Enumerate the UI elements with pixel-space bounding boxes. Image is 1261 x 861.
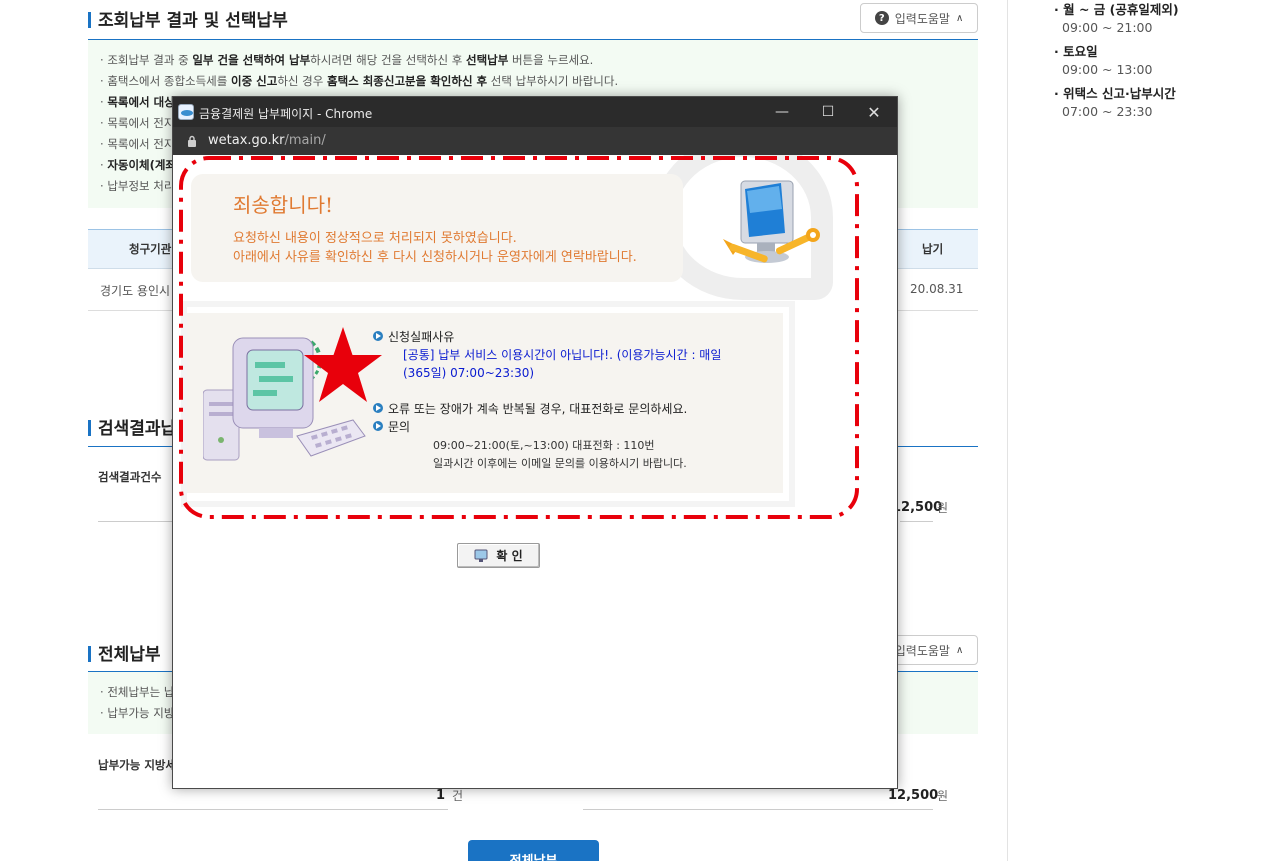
search-count-label: 검색결과건수 bbox=[98, 470, 162, 484]
col-due: 납기 bbox=[922, 242, 944, 256]
count-underline bbox=[98, 809, 448, 810]
payable-amount: 12,500 bbox=[888, 788, 939, 803]
desktop-computer-icon bbox=[203, 337, 366, 461]
chevron-up-icon: ∧ bbox=[955, 12, 964, 24]
browser-app-icon bbox=[178, 104, 194, 120]
full-pay-button[interactable]: 전체납부 bbox=[468, 840, 599, 861]
window-titlebar[interactable]: 금융결제원 납부페이지 - Chrome — ☐ ✕ bbox=[173, 97, 897, 127]
sorry-message: 요청하신 내용이 정상적으로 처리되지 못하였습니다. 아래에서 사유를 확인하… bbox=[233, 231, 637, 265]
count-underline bbox=[98, 521, 178, 522]
info-line: 조회납부 결과 중 일부 건을 선택하여 납부하시려면 해당 건을 선택하신 후… bbox=[100, 50, 966, 71]
address-bar[interactable]: wetax.go.kr/main/ bbox=[173, 127, 897, 155]
section-title-result: 조회납부 결과 및 선택납부 bbox=[88, 6, 288, 31]
chevron-up-icon: ∧ bbox=[955, 644, 964, 656]
input-help-label: 입력도움말 bbox=[894, 11, 950, 26]
sidebar-divider bbox=[1007, 0, 1008, 861]
computer-repair-icon bbox=[723, 180, 820, 263]
monitor-icon bbox=[474, 549, 488, 562]
hours-weekday-time: 09:00 ~ 21:00 bbox=[1062, 20, 1153, 35]
payable-count: 1 bbox=[436, 788, 446, 803]
confirm-button[interactable]: 확 인 bbox=[457, 543, 540, 568]
payment-popup-window: 금융결제원 납부페이지 - Chrome — ☐ ✕ wetax.go.kr/m… bbox=[172, 96, 898, 789]
hours-wetax-label: 위택스 신고·납부시간 bbox=[1054, 83, 1176, 102]
hours-weekday-label: 월 ~ 금 (공휴일제외) bbox=[1054, 0, 1178, 18]
section-title-full-pay: 전체납부 bbox=[88, 640, 161, 665]
url-text[interactable]: wetax.go.kr/main/ bbox=[208, 133, 326, 148]
reason-line-2: (365일) 07:00~23:30) bbox=[403, 366, 535, 380]
arrow-bullet-icon bbox=[373, 421, 383, 431]
reason-heading: 신청실패사유 bbox=[388, 330, 455, 344]
maximize-icon[interactable]: ☐ bbox=[805, 97, 851, 127]
search-amount: 12,500 bbox=[892, 500, 943, 515]
inquiry-line-2: 일과시간 이후에는 이메일 문의를 이용하시기 바랍니다. bbox=[433, 457, 687, 470]
payable-count-unit: 건 bbox=[452, 789, 464, 803]
repeat-notice: 오류 또는 장애가 계속 반복될 경우, 대표전화로 문의하세요. bbox=[388, 402, 688, 416]
lock-icon bbox=[188, 135, 196, 147]
amount-underline bbox=[900, 521, 933, 522]
arrow-bullet-icon bbox=[373, 331, 383, 341]
popup-content: 죄송합니다! 요청하신 내용이 정상적으로 처리되지 못하였습니다. 아래에서 … bbox=[173, 155, 897, 788]
inquiry-line-1: 09:00~21:00(토,~13:00) 대표전화 : 110번 bbox=[433, 439, 655, 452]
confirm-button-label: 확 인 bbox=[496, 549, 523, 563]
payable-count-label: 납부가능 지방세 bbox=[98, 758, 177, 772]
window-title: 금융결제원 납부페이지 - Chrome bbox=[199, 107, 373, 121]
inquiry-heading: 문의 bbox=[388, 420, 411, 434]
question-icon: ? bbox=[874, 11, 889, 25]
hours-saturday-label: 토요일 bbox=[1054, 41, 1098, 60]
search-amount-unit: 원 bbox=[937, 501, 949, 515]
arrow-bullet-icon bbox=[373, 403, 383, 413]
info-line: 홈택스에서 종합소득세를 이중 신고하신 경우 홈택스 최종신고분을 확인하신 … bbox=[100, 71, 966, 92]
col-claim-org: 청구기관 bbox=[129, 242, 172, 256]
section-title-search: 검색결과납 bbox=[88, 414, 176, 439]
payable-amount-unit: 원 bbox=[937, 789, 949, 803]
sorry-title: 죄송합니다! bbox=[233, 193, 334, 217]
close-icon[interactable]: ✕ bbox=[851, 97, 897, 127]
input-help-label: 입력도움말 bbox=[894, 643, 950, 658]
input-help-button[interactable]: ? 입력도움말 ∧ bbox=[860, 3, 978, 33]
amount-underline bbox=[583, 809, 933, 810]
minimize-icon[interactable]: — bbox=[759, 97, 805, 127]
reason-line-1: [공통] 납부 서비스 이용시간이 아닙니다!. (이용가능시간 : 매일 bbox=[403, 348, 722, 362]
cell-due: 20.08.31 bbox=[910, 282, 964, 296]
hours-wetax-time: 07:00 ~ 23:30 bbox=[1062, 104, 1153, 119]
hours-saturday-time: 09:00 ~ 13:00 bbox=[1062, 62, 1153, 77]
